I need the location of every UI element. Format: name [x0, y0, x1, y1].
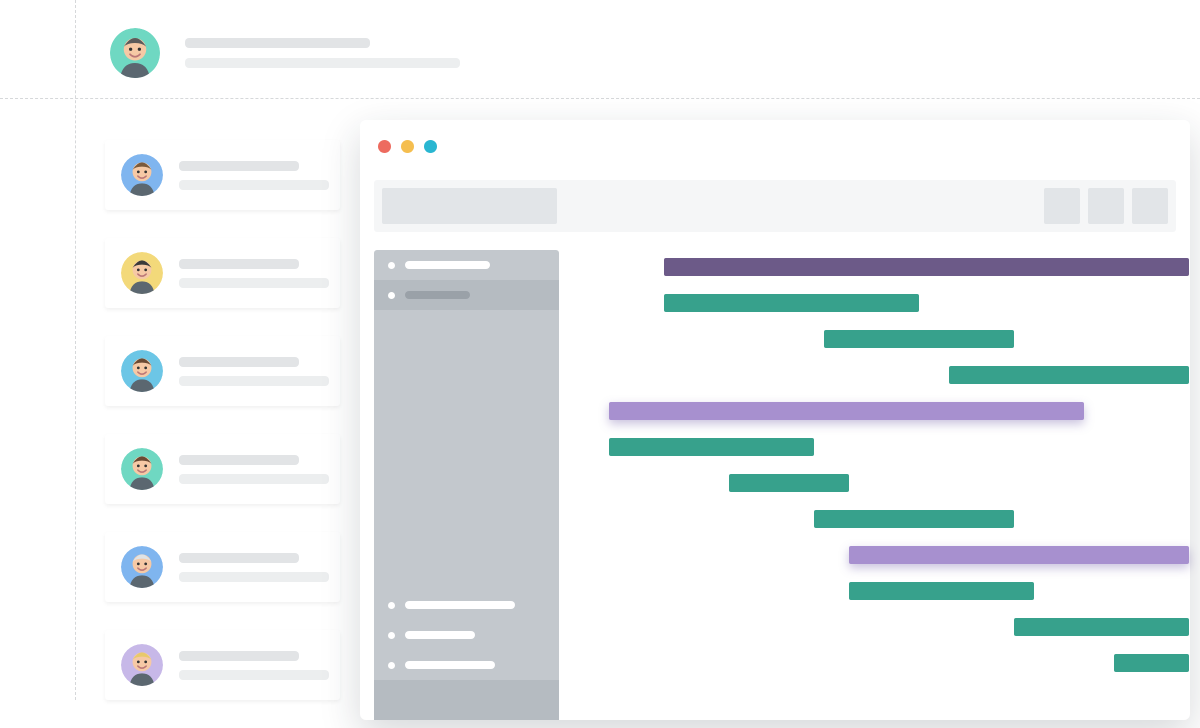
bullet-icon [388, 292, 395, 299]
user-card-list [105, 140, 340, 728]
gantt-bar[interactable] [849, 582, 1034, 600]
user-name-placeholder [179, 455, 299, 465]
user-card[interactable] [105, 434, 340, 504]
divider-horizontal [0, 98, 1200, 99]
user-name-placeholder [179, 553, 299, 563]
user-sub-placeholder [179, 278, 329, 288]
user-card[interactable] [105, 532, 340, 602]
user-name-placeholder [179, 259, 299, 269]
gantt-bar[interactable] [949, 366, 1189, 384]
gantt-bar[interactable] [729, 474, 849, 492]
sidebar-item-label [405, 601, 515, 609]
gantt-bar[interactable] [849, 546, 1189, 564]
user-name-placeholder [179, 161, 299, 171]
user-sub-placeholder [179, 376, 329, 386]
gantt-bar[interactable] [609, 438, 814, 456]
header-avatar[interactable] [110, 28, 160, 78]
user-avatar [121, 448, 163, 490]
gantt-bar[interactable] [1114, 654, 1189, 672]
sidebar-item-label [405, 291, 470, 299]
gantt-sidebar [374, 250, 559, 720]
user-avatar [121, 154, 163, 196]
user-sub-placeholder [179, 180, 329, 190]
toolbar-action-button[interactable] [1132, 188, 1168, 224]
user-name-placeholder [179, 357, 299, 367]
toolbar-action-button[interactable] [1088, 188, 1124, 224]
sidebar-item[interactable] [374, 590, 559, 620]
user-avatar [121, 350, 163, 392]
gantt-bar[interactable] [824, 330, 1014, 348]
sidebar-item-label [405, 631, 475, 639]
sidebar-item[interactable] [374, 250, 559, 280]
gantt-bar[interactable] [609, 402, 1084, 420]
gantt-bar[interactable] [664, 258, 1189, 276]
divider-vertical [75, 0, 76, 700]
toolbar-search-placeholder[interactable] [382, 188, 557, 224]
user-sub-placeholder [179, 670, 329, 680]
user-card[interactable] [105, 630, 340, 700]
sidebar-item[interactable] [374, 650, 559, 680]
bullet-icon [388, 632, 395, 639]
gantt-bar[interactable] [1014, 618, 1189, 636]
gantt-bar[interactable] [814, 510, 1014, 528]
gantt-bar[interactable] [664, 294, 919, 312]
bullet-icon [388, 662, 395, 669]
sidebar-item[interactable] [374, 280, 559, 310]
user-name-placeholder [179, 651, 299, 661]
gantt-window [360, 120, 1190, 720]
header-user-row [110, 25, 1160, 80]
window-traffic-lights [378, 140, 437, 153]
sidebar-item-label [405, 661, 495, 669]
header-subtitle-placeholder [185, 58, 460, 68]
sidebar-item-label [405, 261, 490, 269]
user-card[interactable] [105, 238, 340, 308]
minimize-icon[interactable] [401, 140, 414, 153]
user-card[interactable] [105, 140, 340, 210]
bullet-icon [388, 602, 395, 609]
user-avatar [121, 546, 163, 588]
user-sub-placeholder [179, 572, 329, 582]
user-avatar [121, 252, 163, 294]
sidebar-item[interactable] [374, 620, 559, 650]
toolbar-action-button[interactable] [1044, 188, 1080, 224]
gantt-toolbar [374, 180, 1176, 232]
zoom-icon[interactable] [424, 140, 437, 153]
user-card[interactable] [105, 336, 340, 406]
user-avatar [121, 644, 163, 686]
close-icon[interactable] [378, 140, 391, 153]
user-sub-placeholder [179, 474, 329, 484]
gantt-chart-area [574, 250, 1176, 720]
sidebar-footer [374, 680, 559, 720]
header-name-placeholder [185, 38, 370, 48]
bullet-icon [388, 262, 395, 269]
